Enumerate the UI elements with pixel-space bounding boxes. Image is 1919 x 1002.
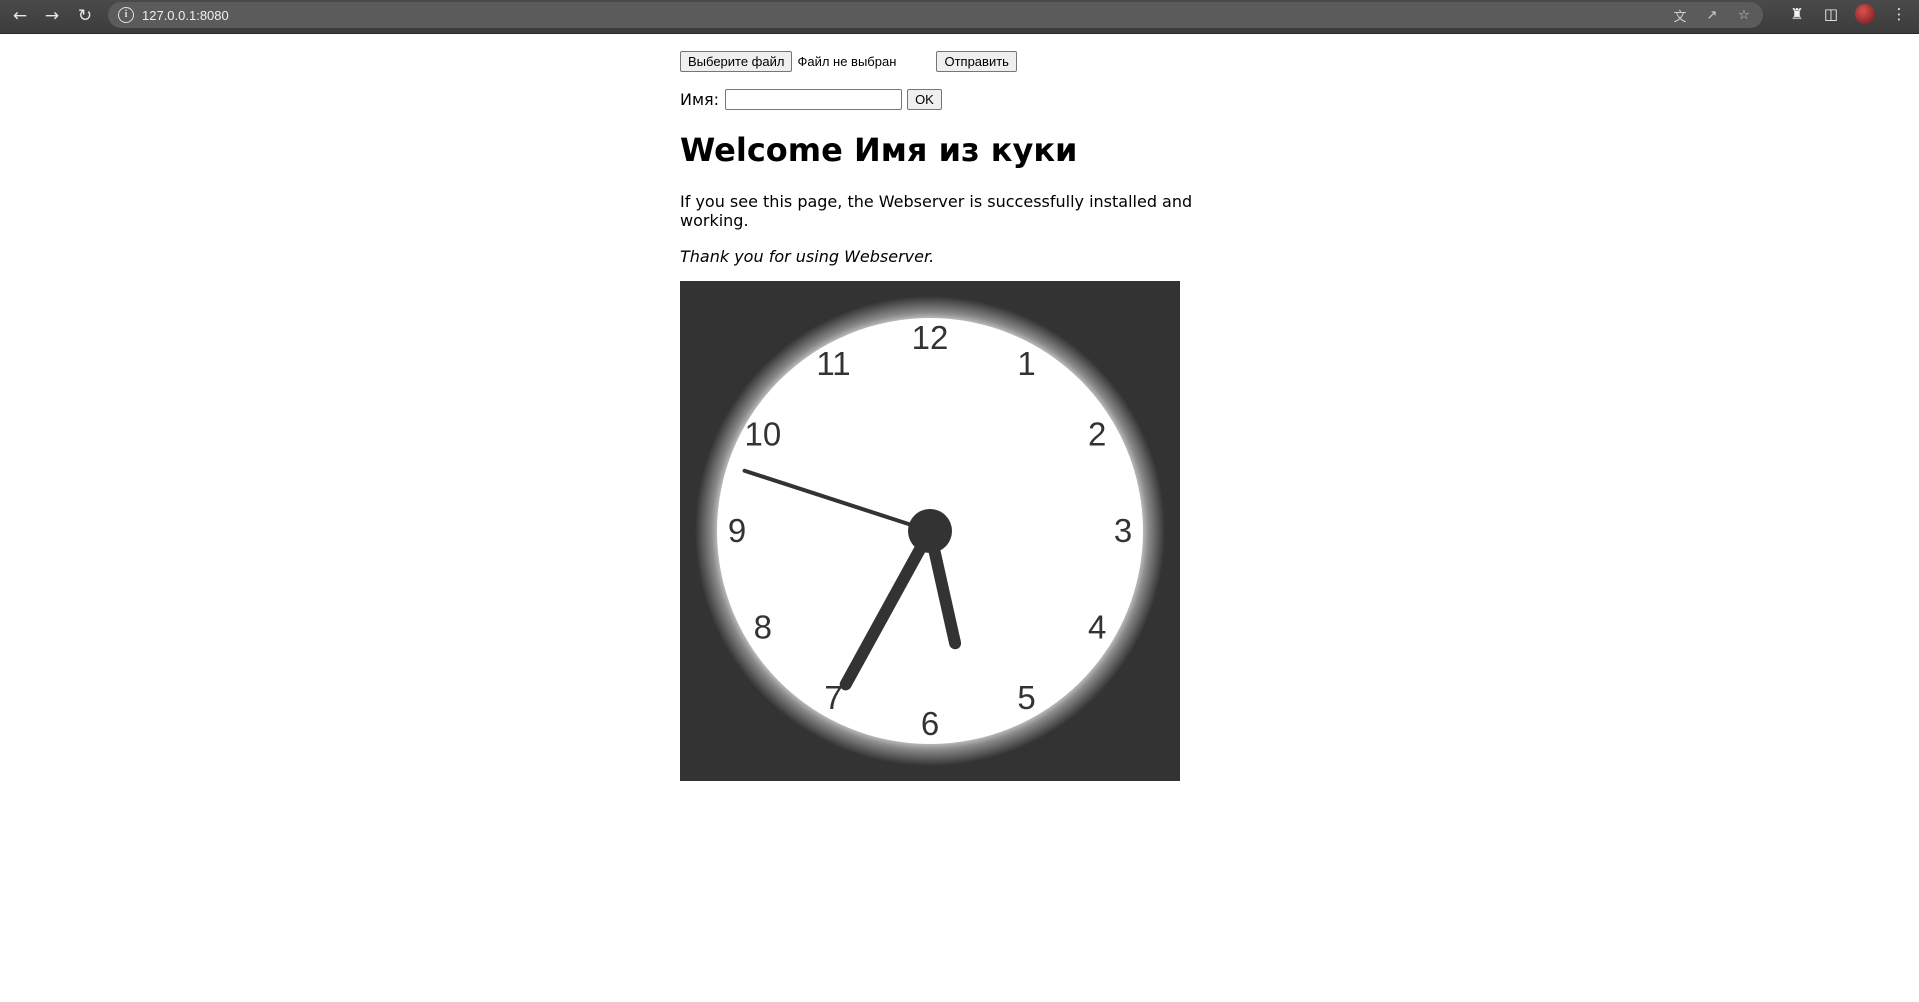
clock-numeral: 1 — [1017, 345, 1035, 382]
clock-numeral: 3 — [1114, 512, 1132, 549]
kebab-menu-icon[interactable]: ⋮ — [1889, 4, 1909, 24]
clock-numeral: 6 — [921, 705, 939, 742]
upload-form: Выберите файл Файл не выбран Отправить — [680, 50, 1200, 72]
url-text: 127.0.0.1:8080 — [142, 7, 229, 23]
translate-icon[interactable]: 文 — [1671, 6, 1689, 25]
page-title: Welcome Имя из куки — [680, 131, 1078, 169]
name-label: Имя: — [680, 89, 720, 109]
page-content: Выберите файл Файл не выбран Отправить И… — [680, 50, 1200, 781]
clock-numeral: 8 — [754, 609, 772, 646]
ok-button[interactable]: OK — [907, 88, 942, 110]
analog-clock: 12 1 2 3 4 5 6 7 8 9 10 11 — [680, 281, 1180, 781]
info-icon[interactable]: i — [118, 7, 134, 23]
star-icon[interactable]: ☆ — [1735, 6, 1753, 24]
clock-numeral: 11 — [816, 345, 850, 382]
side-panel-icon[interactable]: ◫ — [1821, 4, 1841, 24]
back-arrow-icon[interactable]: ← — [6, 2, 34, 30]
puzzle-icon[interactable]: ♜ — [1787, 4, 1807, 24]
clock-numeral: 5 — [1017, 679, 1035, 716]
forward-arrow-icon[interactable]: → — [38, 2, 66, 30]
clock-numeral: 4 — [1088, 609, 1106, 646]
clock-numeral: 9 — [728, 512, 746, 549]
name-input[interactable] — [725, 88, 903, 110]
submit-upload-button[interactable]: Отправить — [936, 50, 1017, 72]
avatar[interactable] — [1855, 4, 1875, 24]
clock-canvas: 121234567891011 — [695, 296, 1165, 766]
reload-icon[interactable]: ↻ — [71, 2, 99, 30]
clock-numeral: 12 — [912, 319, 949, 356]
choose-file-button[interactable]: Выберите файл — [680, 50, 793, 72]
clock-hub — [908, 509, 952, 553]
clock-numeral: 2 — [1088, 416, 1106, 453]
browser-toolbar: ← → ↻ i 127.0.0.1:8080 文 ↗ ☆ ♜ ◫ ⋮ — [0, 0, 1919, 34]
name-form: Имя: OK — [680, 88, 1200, 110]
file-status-text: Файл не выбран — [797, 53, 897, 69]
status-paragraph: If you see this page, the Webserver is s… — [680, 192, 1193, 230]
share-icon[interactable]: ↗ — [1703, 6, 1721, 24]
address-bar[interactable]: i 127.0.0.1:8080 文 ↗ ☆ — [108, 2, 1763, 28]
clock-numeral: 10 — [744, 416, 781, 453]
thanks-paragraph: Thank you for using Webserver. — [680, 247, 935, 266]
